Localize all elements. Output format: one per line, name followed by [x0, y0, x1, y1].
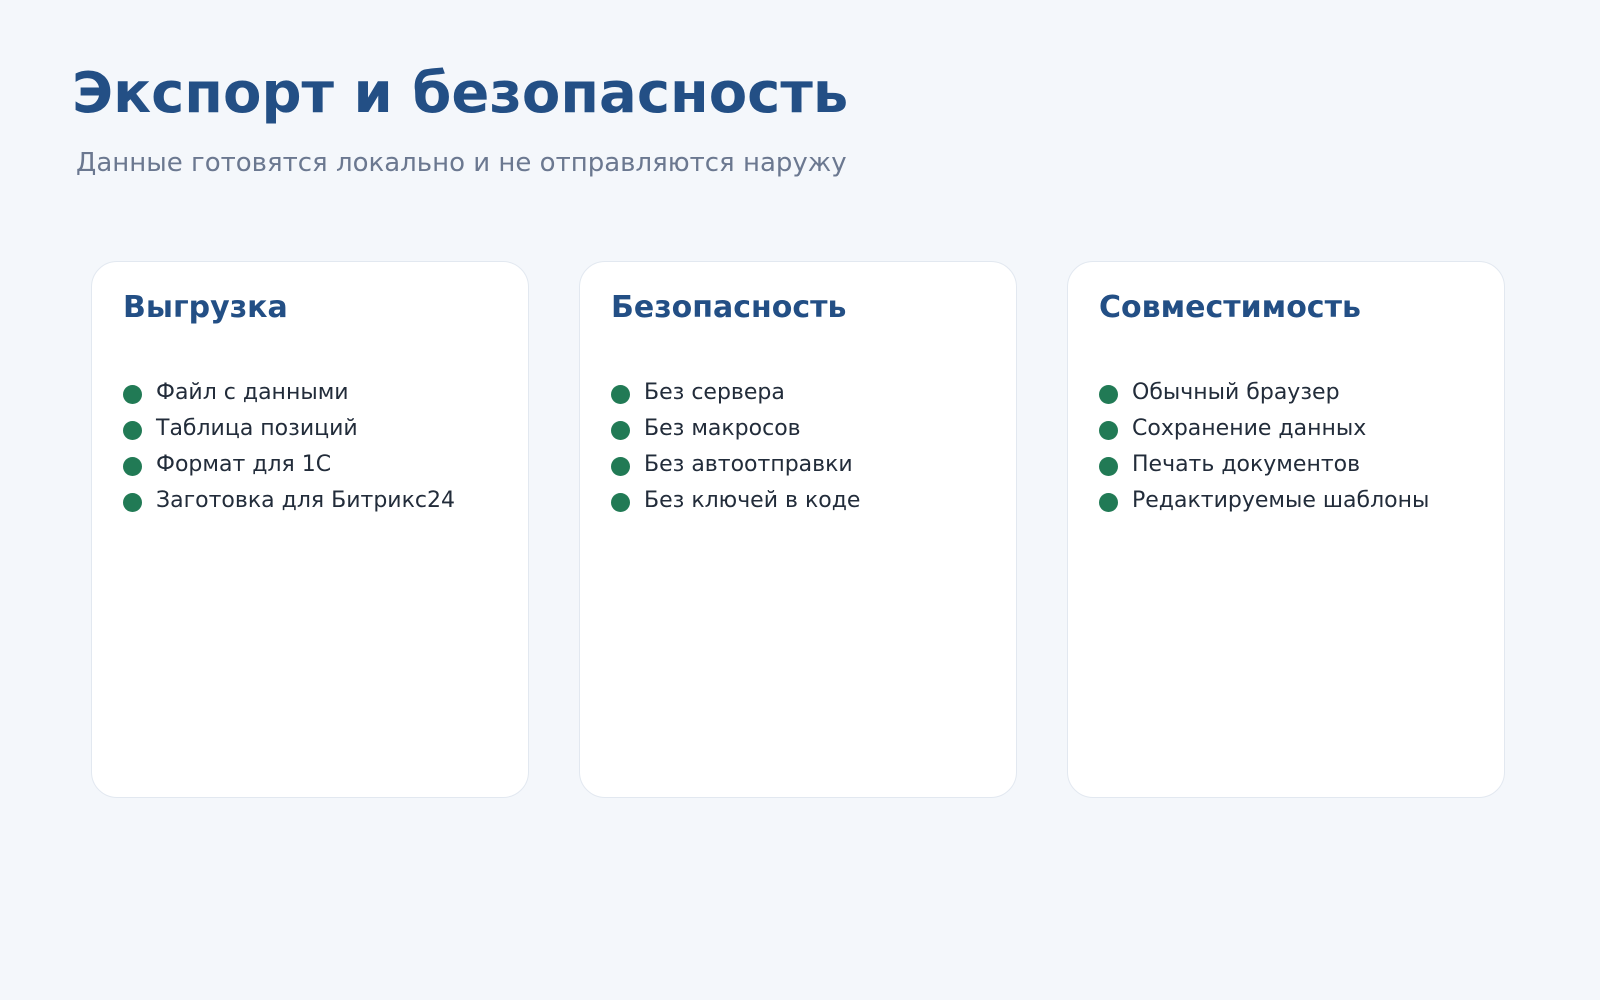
list-item: Таблица позиций: [123, 410, 528, 446]
card-security: Безопасность Без сервера Без макросов Бе…: [579, 261, 1017, 798]
bullet-icon: [123, 492, 142, 512]
card-title: Совместимость: [1099, 290, 1361, 325]
page-title: Экспорт и безопасность: [72, 61, 849, 126]
bullet-icon: [1099, 492, 1118, 512]
list-item: Файл с данными: [123, 374, 528, 410]
card-title: Безопасность: [611, 290, 847, 325]
card-export: Выгрузка Файл с данными Таблица позиций …: [91, 261, 529, 798]
list-item-label: Таблица позиций: [156, 415, 358, 441]
card-list: Обычный браузер Сохранение данных Печать…: [1099, 374, 1504, 518]
bullet-icon: [1099, 420, 1118, 440]
card-list: Файл с данными Таблица позиций Формат дл…: [123, 374, 528, 518]
page-subtitle: Данные готовятся локально и не отправляю…: [76, 148, 847, 178]
list-item-label: Печать документов: [1132, 451, 1361, 477]
list-item: Редактируемые шаблоны: [1099, 482, 1504, 518]
list-item: Без ключей в коде: [611, 482, 1016, 518]
list-item: Сохранение данных: [1099, 410, 1504, 446]
bullet-icon: [123, 456, 142, 476]
list-item-label: Сохранение данных: [1132, 415, 1367, 441]
feature-cards: Выгрузка Файл с данными Таблица позиций …: [91, 261, 1505, 798]
bullet-icon: [611, 420, 630, 440]
list-item: Без автоотправки: [611, 446, 1016, 482]
bullet-icon: [123, 384, 142, 404]
bullet-icon: [1099, 384, 1118, 404]
list-item: Обычный браузер: [1099, 374, 1504, 410]
list-item: Без макросов: [611, 410, 1016, 446]
bullet-icon: [611, 384, 630, 404]
card-title: Выгрузка: [123, 290, 288, 325]
list-item-label: Формат для 1С: [156, 451, 332, 477]
bullet-icon: [611, 492, 630, 512]
list-item-label: Заготовка для Битрикс24: [156, 487, 455, 513]
bullet-icon: [611, 456, 630, 476]
list-item: Заготовка для Битрикс24: [123, 482, 528, 518]
bullet-icon: [123, 420, 142, 440]
card-list: Без сервера Без макросов Без автоотправк…: [611, 374, 1016, 518]
card-compatibility: Совместимость Обычный браузер Сохранение…: [1067, 261, 1505, 798]
list-item-label: Файл с данными: [156, 379, 349, 405]
list-item-label: Без сервера: [644, 379, 785, 405]
list-item-label: Без автоотправки: [644, 451, 853, 477]
list-item: Без сервера: [611, 374, 1016, 410]
list-item-label: Без ключей в коде: [644, 487, 861, 513]
list-item-label: Без макросов: [644, 415, 801, 441]
bullet-icon: [1099, 456, 1118, 476]
list-item: Формат для 1С: [123, 446, 528, 482]
list-item-label: Редактируемые шаблоны: [1132, 487, 1430, 513]
list-item-label: Обычный браузер: [1132, 379, 1340, 405]
list-item: Печать документов: [1099, 446, 1504, 482]
